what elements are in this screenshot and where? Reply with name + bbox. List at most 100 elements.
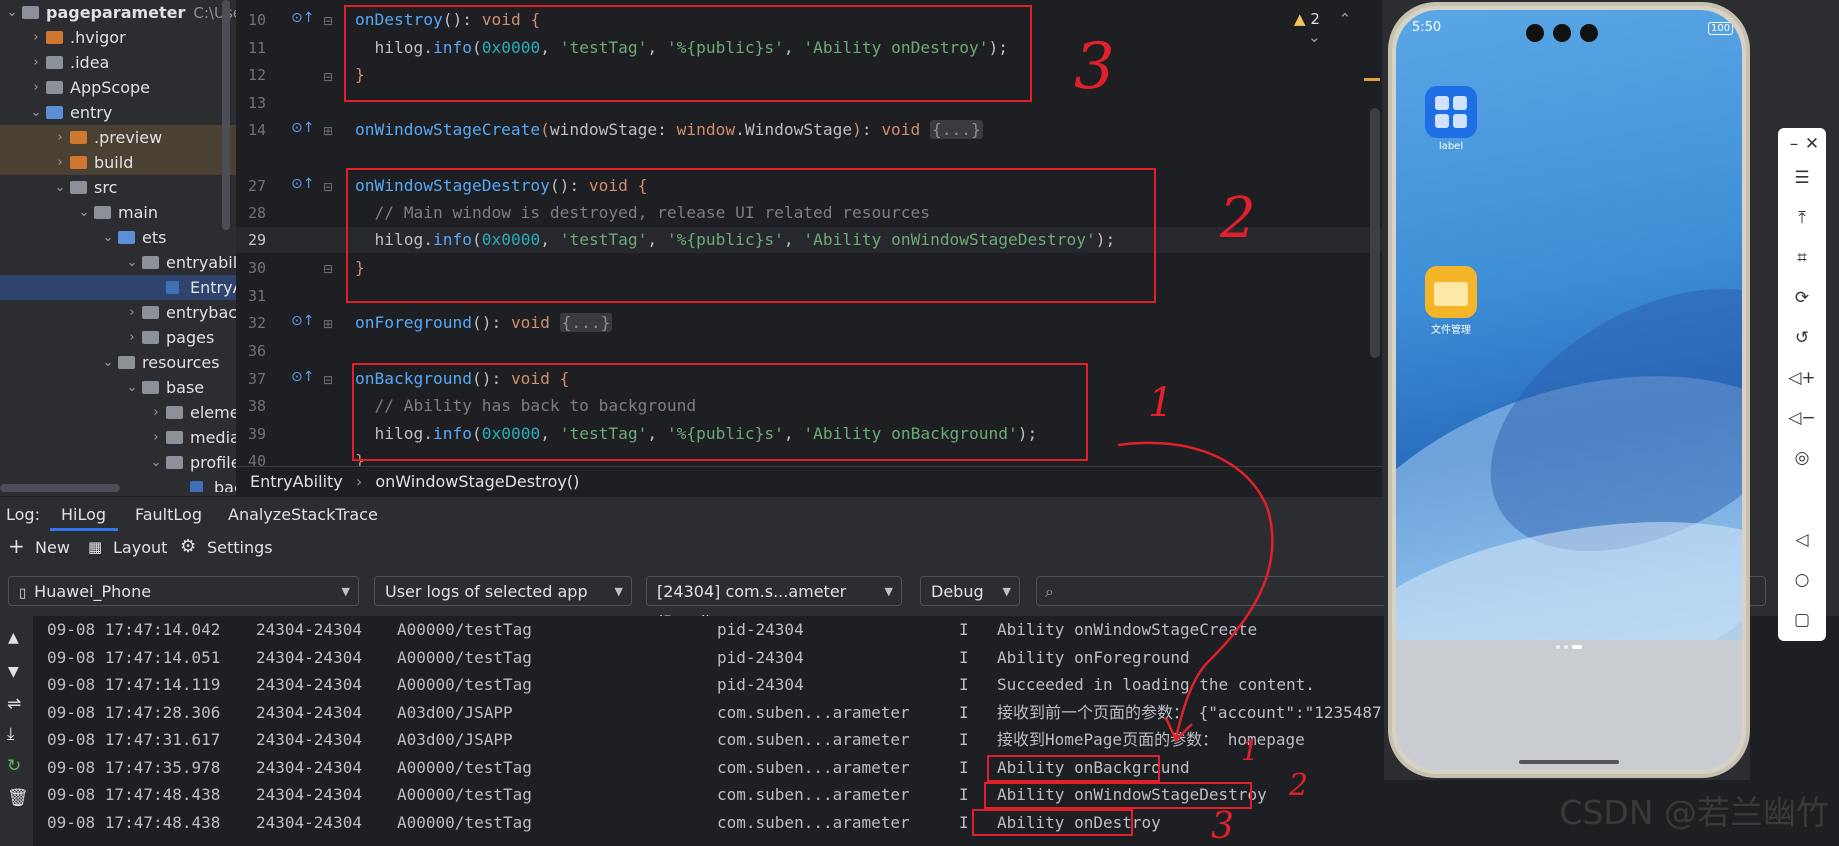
tree-toggle-icon[interactable]: ›	[30, 25, 42, 50]
fold-marker-icon[interactable]: ⊟	[323, 262, 333, 276]
line-number: 14	[247, 121, 266, 139]
tree-item[interactable]: › .hvigor	[0, 25, 236, 50]
tree-toggle-icon[interactable]: ⌄	[126, 250, 138, 275]
rotate-icon[interactable]: ⟳	[1778, 288, 1826, 308]
tab-analyzestacktrace[interactable]: AnalyzeStackTrace	[228, 505, 378, 524]
breadcrumb-method[interactable]: onWindowStageDestroy()	[375, 472, 579, 491]
soft-wrap-icon[interactable]: ⇌	[7, 694, 21, 714]
tree-toggle-icon[interactable]: ⌄	[30, 100, 42, 125]
tree-item[interactable]: ⌄ src	[0, 175, 236, 200]
tab-faultlog[interactable]: FaultLog	[135, 505, 202, 524]
plus-icon[interactable]: +	[8, 536, 25, 556]
scope-select[interactable]: User logs of selected app ▼	[374, 576, 632, 606]
warnings-indicator[interactable]: ▲ 2 ⌃ ⌄	[1294, 10, 1382, 46]
override-icon[interactable]: ⊙↑	[291, 313, 314, 329]
tree-item[interactable]: › .idea	[0, 50, 236, 75]
volume-down-icon[interactable]: ◁−	[1778, 408, 1826, 428]
tree-item[interactable]: ⌄ entry	[0, 100, 236, 125]
tree-item[interactable]: ⌄ ets	[0, 225, 236, 250]
chevron-up-icon[interactable]: ⌃	[1339, 10, 1352, 28]
fold-marker-icon[interactable]: ⊟	[323, 14, 333, 28]
close-icon[interactable]: ✕	[1788, 134, 1836, 154]
tree-item[interactable]: ⌄ pageparameterC:\Users	[0, 0, 236, 25]
override-icon[interactable]: ⊙↑	[291, 369, 314, 385]
recent-apps-icon[interactable]: ▢	[1778, 610, 1826, 630]
tree-toggle-icon[interactable]: ⌄	[126, 375, 138, 400]
crop-icon[interactable]: ⌗	[1778, 248, 1826, 268]
tree-item[interactable]: EntryAl	[0, 275, 236, 300]
fold-marker-icon[interactable]: ⊟	[323, 180, 333, 194]
menu-icon[interactable]: ☰	[1778, 168, 1826, 188]
tab-hilog[interactable]: HiLog	[61, 505, 106, 524]
tree-scrollbar[interactable]	[222, 0, 230, 230]
tree-item-name: profile	[190, 453, 236, 472]
tree-item[interactable]: ⌄ base	[0, 375, 236, 400]
tree-toggle-icon[interactable]: ›	[150, 425, 162, 450]
process-select[interactable]: [24304] com.s...ameter (Dead)▼	[646, 576, 902, 631]
fold-marker-icon[interactable]: ⊞	[323, 317, 333, 331]
override-icon[interactable]: ⊙↑	[291, 10, 314, 26]
override-icon[interactable]: ⊙↑	[291, 120, 314, 136]
tree-toggle-icon[interactable]: ›	[126, 300, 138, 325]
phone-screen[interactable]: 5:50 100 label 文件管理	[1396, 10, 1742, 770]
tree-item[interactable]: › build	[0, 150, 236, 175]
device-select[interactable]: ▯ Huawei_Phone ▼	[8, 576, 359, 606]
new-button[interactable]: New	[35, 538, 70, 557]
tree-item[interactable]: ⌄ entryabilit	[0, 250, 236, 275]
home-indicator[interactable]	[1519, 760, 1619, 764]
level-select[interactable]: Debug ▼	[920, 576, 1020, 606]
tree-item[interactable]: › elemer	[0, 400, 236, 425]
tree-item[interactable]: ⌄ resources	[0, 350, 236, 375]
tree-item[interactable]: ⌄ main	[0, 200, 236, 225]
editor-scrollbar[interactable]	[1370, 108, 1380, 358]
line-number: 36	[247, 342, 266, 360]
restart-icon[interactable]: ↻	[7, 756, 21, 776]
code-editor[interactable]: 10 11 12 13 14 27 28 29 30 31 32 36 37 38 39 40 ⊙↑ ⊙↑ ⊙…	[236, 0, 1382, 466]
gear-icon[interactable]: ⚙	[180, 536, 196, 557]
tree-toggle-icon[interactable]: ⌄	[102, 225, 114, 250]
warning-stripe[interactable]	[1364, 78, 1380, 81]
tree-item[interactable]: › pages	[0, 325, 236, 350]
pin-top-icon[interactable]: ⤒	[1778, 208, 1826, 228]
rotate-alt-icon[interactable]: ↺	[1778, 328, 1826, 348]
back-icon[interactable]: ◁	[1778, 530, 1826, 550]
tree-toggle-icon[interactable]: ›	[30, 50, 42, 75]
override-icon[interactable]: ⊙↑	[291, 176, 314, 192]
settings-button[interactable]: Settings	[207, 538, 273, 557]
log-proc: com.suben...arameter	[717, 702, 910, 722]
trash-icon[interactable]: 🗑	[7, 788, 29, 808]
scroll-up-icon[interactable]: ▲	[8, 630, 19, 646]
tree-toggle-icon[interactable]: ⌄	[6, 0, 18, 25]
home-icon[interactable]: ○	[1778, 570, 1826, 590]
tree-toggle-icon[interactable]: ›	[54, 125, 66, 150]
tree-hscrollbar[interactable]	[0, 484, 120, 492]
tree-toggle-icon[interactable]: ›	[30, 75, 42, 100]
tree-item[interactable]: › entryback	[0, 300, 236, 325]
breadcrumb-class[interactable]: EntryAbility	[250, 472, 343, 491]
folder-app-icon[interactable]	[1425, 266, 1477, 318]
scroll-end-icon[interactable]: ⤓	[7, 724, 15, 744]
layout-button[interactable]: Layout	[113, 538, 167, 557]
tree-item[interactable]: › .preview	[0, 125, 236, 150]
tree-toggle-icon[interactable]: ⌄	[150, 450, 162, 475]
fold-marker-icon[interactable]: ⊟	[323, 70, 333, 84]
folder-icon	[142, 331, 159, 344]
grid-app-icon[interactable]	[1425, 86, 1477, 138]
tree-toggle-icon[interactable]: ⌄	[54, 175, 66, 200]
tree-toggle-icon[interactable]: ⌄	[78, 200, 90, 225]
tree-toggle-icon[interactable]: ›	[126, 325, 138, 350]
volume-up-icon[interactable]: ◁+	[1778, 368, 1826, 388]
tree-toggle-icon[interactable]: ›	[150, 400, 162, 425]
fold-marker-icon[interactable]: ⊞	[323, 124, 333, 138]
tree-item[interactable]: ⌄ profile	[0, 450, 236, 475]
layout-icon[interactable]: ▦	[88, 538, 102, 556]
scroll-down-icon[interactable]: ▼	[8, 664, 19, 680]
phone-emulator[interactable]: 5:50 100 label 文件管理	[1388, 2, 1750, 778]
chevron-down-icon[interactable]: ⌄	[1308, 28, 1321, 46]
fold-marker-icon[interactable]: ⊟	[323, 373, 333, 387]
tree-toggle-icon[interactable]: ›	[54, 150, 66, 175]
tree-toggle-icon[interactable]: ⌄	[102, 350, 114, 375]
screenshot-icon[interactable]: ◎	[1778, 448, 1826, 468]
tree-item[interactable]: › AppScope	[0, 75, 236, 100]
tree-item[interactable]: › media	[0, 425, 236, 450]
